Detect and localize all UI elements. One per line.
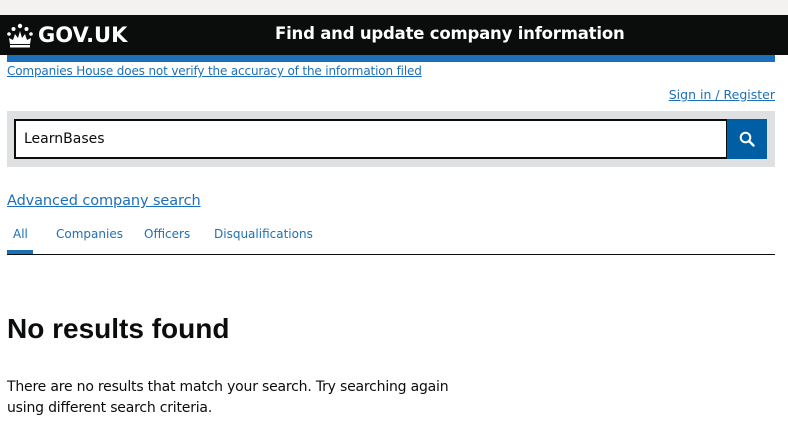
search-button[interactable] (727, 119, 767, 159)
no-results-heading: No results found (7, 313, 230, 344)
tab-officers[interactable]: Officers (144, 227, 190, 241)
search-input[interactable] (14, 119, 728, 159)
tab-companies[interactable]: Companies (56, 227, 123, 241)
logo-text: GOV.UK (38, 23, 128, 47)
no-results-message: There are no results that match your sea… (7, 379, 449, 416)
search-icon (739, 131, 755, 147)
search-panel (7, 111, 775, 167)
tab-all[interactable]: All (13, 227, 28, 241)
results-tabs: All Companies Officers Disqualifications (7, 220, 775, 255)
tab-disqualifications[interactable]: Disqualifications (214, 227, 313, 241)
service-name[interactable]: Find and update company information (275, 24, 625, 43)
sign-in-register-link[interactable]: Sign in / Register (669, 87, 775, 102)
header-accent-bar (7, 55, 775, 62)
browser-top-strip (0, 0, 788, 15)
govuk-logo-link[interactable]: GOV.UK (6, 21, 127, 49)
crown-icon (7, 23, 33, 48)
disclaimer-link[interactable]: Companies House does not verify the accu… (7, 64, 422, 78)
advanced-company-search-link[interactable]: Advanced company search (7, 193, 201, 209)
site-header: GOV.UK Find and update company informati… (0, 15, 788, 55)
active-tab-indicator (7, 250, 33, 254)
